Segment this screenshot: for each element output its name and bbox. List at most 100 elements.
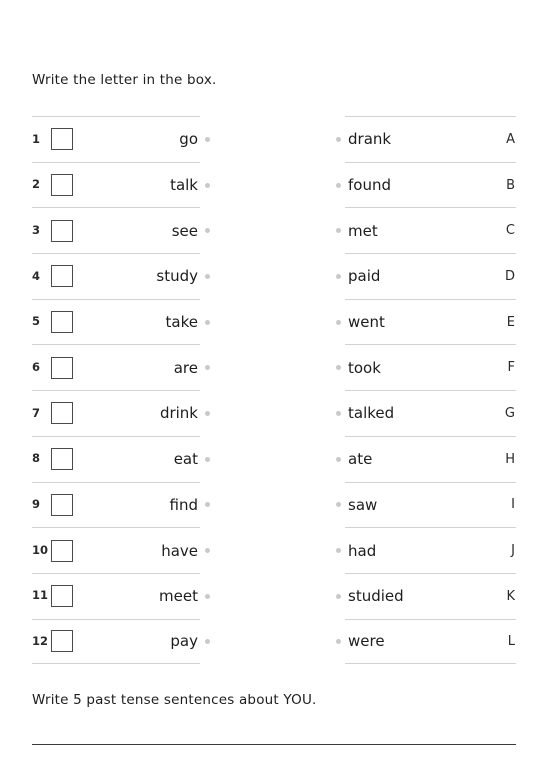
answer-checkbox[interactable]	[51, 356, 73, 379]
present-tense-word: drink	[159, 404, 198, 423]
present-tense-word: see	[171, 221, 198, 240]
match-bullet-icon[interactable]	[336, 638, 341, 644]
match-bullet-icon[interactable]	[205, 136, 210, 142]
option-letter: C	[505, 223, 515, 239]
answer-checkbox[interactable]	[51, 174, 73, 197]
present-tense-word: talk	[170, 176, 198, 195]
answer-checkbox[interactable]	[51, 311, 73, 334]
answer-checkbox[interactable]	[51, 448, 73, 471]
match-bullet-icon[interactable]	[336, 593, 341, 599]
match-row-left: 4 study	[32, 253, 210, 299]
present-tense-word: pay	[170, 632, 198, 651]
present-tense-word: meet	[159, 587, 198, 606]
answer-checkbox[interactable]	[51, 402, 73, 425]
match-row-right: studied K	[336, 572, 516, 619]
match-bullet-icon[interactable]	[336, 228, 341, 234]
match-row-left: 8 eat	[32, 435, 210, 482]
match-bullet-icon[interactable]	[205, 410, 210, 416]
instruction-bottom: Write 5 past tense sentences about YOU.	[32, 692, 317, 708]
match-row-left-content: 7 drink	[32, 391, 200, 436]
match-row-right-content: drank A	[345, 117, 516, 162]
match-row-right: found B	[336, 161, 516, 208]
match-row-left: 9 find	[32, 481, 210, 528]
item-number: 12	[32, 633, 49, 648]
match-row-left: 3 see	[32, 207, 210, 253]
match-row-right: were L	[336, 618, 516, 665]
present-tense-word: are	[173, 358, 198, 377]
item-number: 7	[32, 405, 41, 420]
item-number: 11	[32, 588, 49, 603]
match-row-left: 1 go	[32, 116, 210, 162]
match-row-left-content: 6 are	[32, 345, 200, 390]
past-tense-word: drank	[348, 130, 392, 149]
match-row-right: went E	[336, 298, 516, 345]
match-row-right-content: took F	[345, 345, 516, 390]
match-bullet-icon[interactable]	[336, 136, 341, 142]
past-tense-word: ate	[348, 450, 373, 469]
match-bullet-icon[interactable]	[336, 456, 341, 462]
match-row-right: drank A	[336, 116, 516, 162]
match-bullet-icon[interactable]	[205, 638, 210, 644]
match-bullet-icon[interactable]	[205, 273, 210, 279]
match-bullet-icon[interactable]	[336, 365, 341, 371]
match-row-right: ate H	[336, 435, 516, 482]
present-tense-word: go	[179, 130, 198, 149]
answer-checkbox[interactable]	[51, 265, 73, 288]
match-bullet-icon[interactable]	[205, 228, 210, 234]
match-bullet-icon[interactable]	[336, 273, 341, 279]
answer-checkbox[interactable]	[51, 219, 73, 242]
option-letter: E	[506, 314, 515, 330]
option-letter: F	[507, 360, 515, 376]
present-tense-word: find	[169, 495, 198, 514]
option-letter: B	[506, 177, 515, 193]
match-bullet-icon[interactable]	[336, 410, 341, 416]
past-tense-word: met	[348, 221, 378, 240]
present-tense-column: 1 go 2 talk 3 see 4 study 5 take 6 are 7 drink 8 eat 9 fi…	[32, 116, 210, 665]
match-row-left-content: 11 meet	[32, 574, 200, 619]
item-number: 5	[32, 314, 41, 329]
match-bullet-icon[interactable]	[205, 502, 210, 508]
past-tense-word: were	[348, 632, 385, 651]
match-bullet-icon[interactable]	[205, 456, 210, 462]
answer-checkbox[interactable]	[51, 493, 73, 516]
answer-checkbox[interactable]	[51, 585, 73, 608]
past-tense-word: talked	[348, 404, 395, 423]
option-letter: L	[507, 633, 515, 649]
match-bullet-icon[interactable]	[205, 182, 210, 188]
match-bullet-icon[interactable]	[336, 182, 341, 188]
writing-line[interactable]	[32, 744, 516, 745]
match-bullet-icon[interactable]	[336, 319, 341, 325]
match-row-right-content: went E	[345, 300, 516, 345]
item-number: 10	[32, 542, 49, 557]
option-letter: G	[504, 405, 515, 421]
worksheet-page: Write the letter in the box. 1 go 2 talk 3 se…	[0, 0, 548, 776]
match-bullet-icon[interactable]	[205, 319, 210, 325]
past-tense-word: went	[348, 313, 385, 332]
item-number: 9	[32, 497, 41, 512]
match-row-left: 10 have	[32, 527, 210, 573]
answer-checkbox[interactable]	[51, 128, 73, 151]
match-row-right-content: found B	[345, 163, 516, 208]
answer-checkbox[interactable]	[51, 630, 73, 653]
answer-checkbox[interactable]	[51, 539, 73, 562]
match-bullet-icon[interactable]	[205, 593, 210, 599]
match-row-left-content: 5 take	[32, 300, 200, 345]
match-row-left: 6 are	[32, 344, 210, 390]
match-row-right-content: were L	[345, 620, 516, 664]
match-row-left: 5 take	[32, 298, 210, 345]
match-bullet-icon[interactable]	[336, 548, 341, 554]
match-bullet-icon[interactable]	[336, 502, 341, 508]
match-bullet-icon[interactable]	[205, 365, 210, 371]
item-number: 4	[32, 268, 41, 283]
match-bullet-icon[interactable]	[205, 548, 210, 554]
option-letter: A	[506, 131, 515, 147]
match-row-right-content: studied K	[345, 574, 516, 619]
item-number: 2	[32, 177, 41, 192]
past-tense-column: drank Afound Bmet Cpaid Dwent Etook Ftalked Gat…	[336, 116, 516, 665]
past-tense-word: found	[348, 176, 391, 195]
past-tense-word: studied	[348, 587, 404, 606]
match-row-left-content: 2 talk	[32, 163, 200, 208]
match-row-left: 12 pay	[32, 618, 210, 665]
match-row-left-content: 8 eat	[32, 437, 200, 482]
match-row-right-content: ate H	[345, 437, 516, 482]
